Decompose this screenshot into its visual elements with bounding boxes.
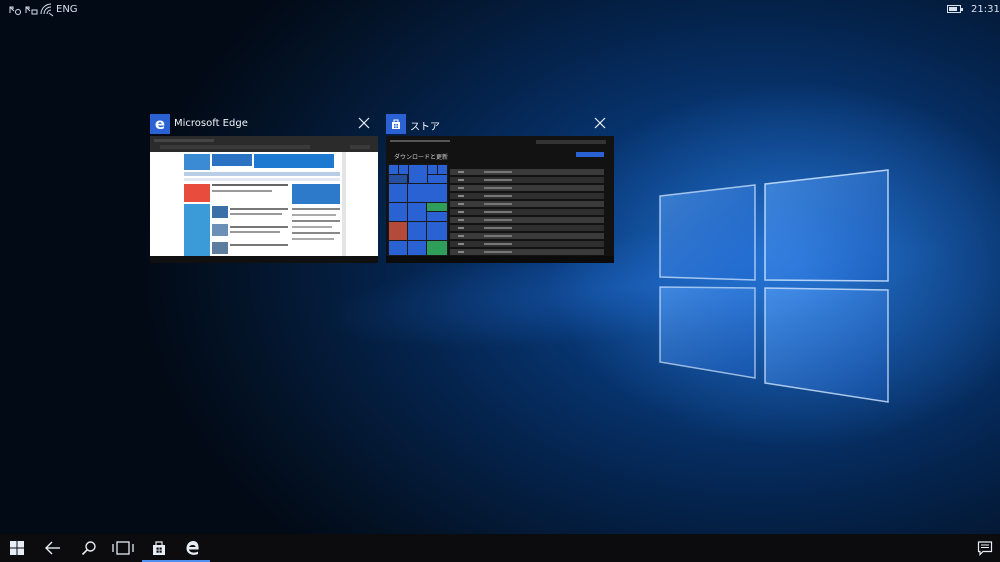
taskbar	[0, 534, 1000, 562]
back-button[interactable]	[36, 534, 70, 562]
close-icon[interactable]	[356, 115, 372, 131]
edge-icon: e	[150, 114, 170, 134]
web-page-preview	[150, 152, 378, 256]
search-icon	[81, 541, 96, 556]
back-icon	[45, 541, 60, 555]
wifi-signal-icon	[40, 3, 54, 17]
start-button[interactable]	[0, 534, 34, 562]
taskbar-store-button[interactable]	[142, 534, 176, 562]
store-thumbnail[interactable]: ダウンロードと更新	[386, 136, 614, 263]
task-window-edge[interactable]: e Microsoft Edge	[150, 114, 378, 263]
task-window-header: ストア	[386, 114, 614, 136]
desktop-wallpaper	[0, 0, 1000, 534]
action-center-icon	[977, 541, 993, 556]
status-bar: ENG 21:31	[0, 0, 1000, 20]
store-icon	[153, 541, 165, 555]
close-icon[interactable]	[592, 115, 608, 131]
store-page-heading: ダウンロードと更新	[394, 154, 449, 161]
task-view-button[interactable]	[106, 534, 140, 562]
missed-call-icon	[9, 6, 21, 15]
task-window-title: ストア	[410, 122, 440, 133]
clock[interactable]: 21:31	[971, 4, 1000, 15]
store-taskbar-preview	[386, 256, 614, 263]
task-view-icon	[112, 541, 134, 555]
store-icon	[386, 114, 406, 134]
store-update-button-preview	[576, 152, 604, 157]
action-center-button[interactable]	[968, 534, 1000, 562]
battery-fill	[949, 7, 957, 11]
edge-icon	[186, 541, 199, 555]
language-indicator[interactable]: ENG	[56, 4, 78, 15]
start-icon	[10, 541, 24, 555]
search-button[interactable]	[72, 534, 106, 562]
windows-logo-wallpaper	[659, 169, 889, 403]
taskbar-edge-button[interactable]	[176, 534, 210, 562]
edge-taskbar-preview	[150, 256, 378, 263]
battery-icon	[947, 5, 963, 13]
task-window-store[interactable]: ストア ダウンロードと更新	[386, 114, 614, 263]
task-window-header: e Microsoft Edge	[150, 114, 378, 136]
edge-thumbnail[interactable]	[150, 136, 378, 263]
voicemail-icon	[25, 6, 38, 15]
browser-toolbar-preview	[150, 136, 378, 152]
task-window-title: Microsoft Edge	[174, 118, 248, 129]
